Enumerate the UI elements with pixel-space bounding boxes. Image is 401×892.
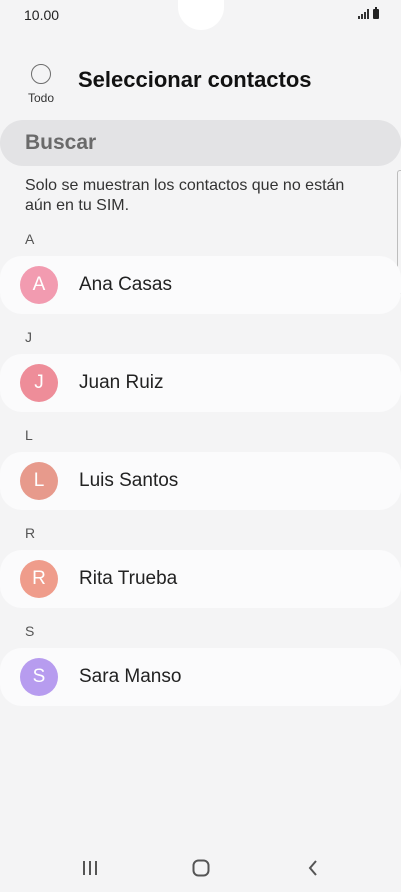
contact-name: Ana Casas: [79, 274, 172, 295]
contact-list: A A Ana Casas J J Juan Ruiz L L Luis San…: [0, 222, 401, 706]
page-title: Seleccionar contactos: [78, 67, 312, 92]
status-icons: [358, 7, 379, 19]
contact-row[interactable]: L Luis Santos: [0, 452, 401, 510]
search-bar[interactable]: [0, 120, 401, 166]
select-all-checkbox[interactable]: Todo: [26, 64, 56, 105]
home-icon[interactable]: [186, 857, 216, 879]
contact-name: Rita Trueba: [79, 568, 178, 589]
search-input[interactable]: [25, 131, 355, 155]
status-bar: 10.00: [0, 0, 401, 30]
contact-row[interactable]: A Ana Casas: [0, 256, 401, 314]
select-all-label: Todo: [27, 91, 55, 105]
status-time: 10.00: [24, 7, 60, 23]
avatar: J: [20, 364, 58, 402]
avatar: S: [20, 658, 58, 696]
camera-notch: [178, 0, 224, 30]
recent-apps-icon[interactable]: [75, 857, 105, 879]
back-icon[interactable]: [298, 857, 328, 879]
battery-icon: [373, 7, 379, 19]
section-header-a: A: [25, 231, 35, 247]
section-header-r: R: [25, 525, 36, 541]
avatar: A: [20, 266, 58, 304]
contact-name: Luis Santos: [79, 470, 179, 491]
contact-name: Juan Ruiz: [79, 372, 164, 393]
avatar: R: [20, 560, 58, 598]
section-header-l: L: [25, 427, 33, 443]
contact-row[interactable]: S Sara Manso: [0, 648, 401, 706]
contact-name: Sara Manso: [79, 666, 182, 687]
contact-row[interactable]: J Juan Ruiz: [0, 354, 401, 412]
info-message: Solo se muestran los contactos que no es…: [25, 177, 345, 214]
section-header-s: S: [25, 623, 35, 639]
section-header-j: J: [25, 329, 32, 345]
contact-row[interactable]: R Rita Trueba: [0, 550, 401, 608]
signal-icon: [358, 9, 369, 19]
navigation-bar: [0, 844, 401, 892]
avatar: L: [20, 462, 58, 500]
select-all-circle-icon[interactable]: [31, 64, 51, 84]
